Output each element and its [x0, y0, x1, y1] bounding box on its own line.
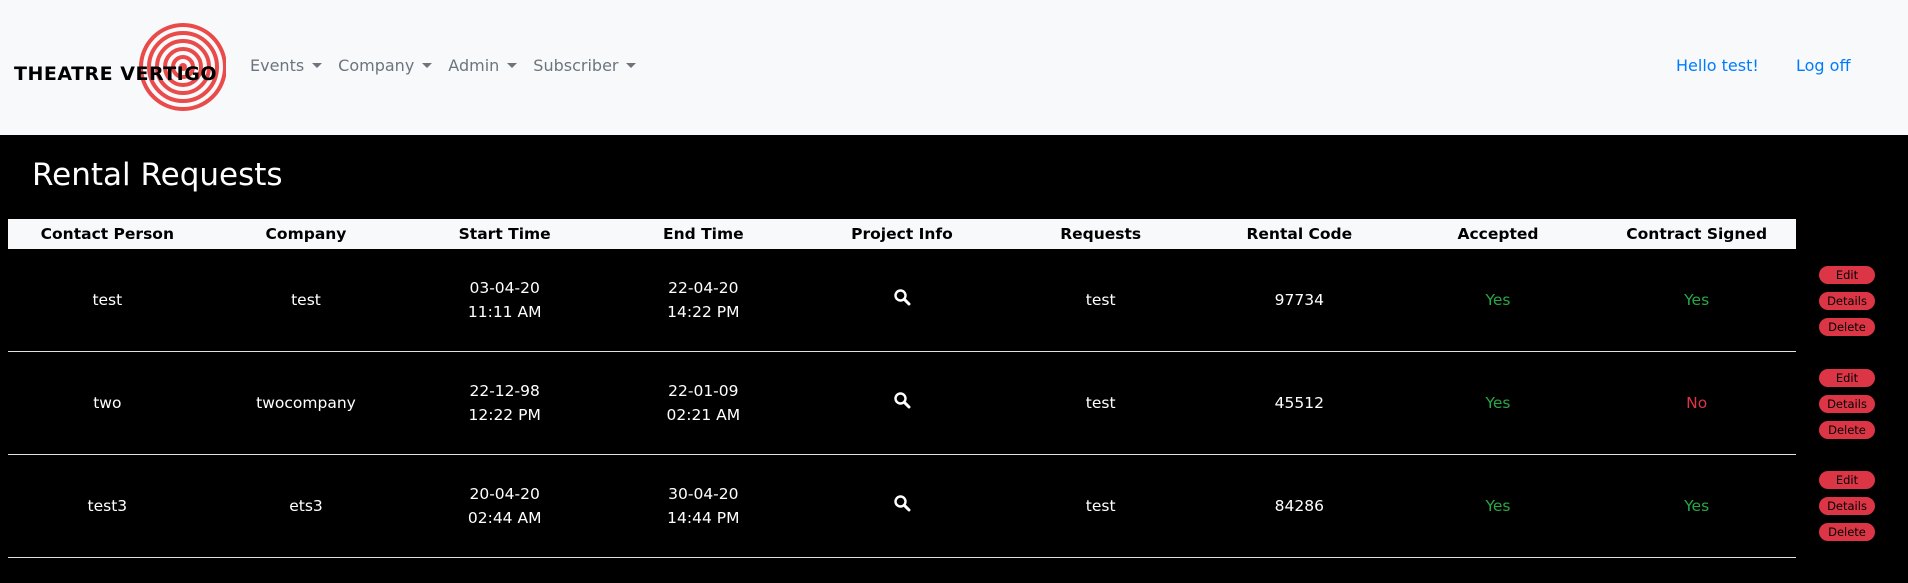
theatre-vertigo-logo: THEATRE VERTIGO [14, 23, 226, 111]
cell-end-time: 22-04-20 14:22 PM [604, 276, 803, 324]
cell-contact: two [93, 394, 122, 412]
cell-requests: test [1085, 394, 1116, 412]
table-row: test3 ets3 20-04-20 02:44 AM 30-04-20 14:4… [8, 455, 1796, 558]
cell-project-info [803, 391, 1002, 416]
cell-company: test [291, 291, 321, 309]
end-date: 30-04-20 [668, 485, 739, 503]
nav-subscriber-label: Subscriber [533, 56, 619, 75]
cell-contact: test3 [87, 497, 128, 515]
cell-start-time: 22-12-98 12:22 PM [405, 379, 604, 427]
header-accepted: Accepted [1457, 225, 1539, 243]
cell-contact: test [92, 291, 123, 309]
cell-requests: test [1085, 291, 1116, 309]
nav-admin-dropdown[interactable]: Admin [448, 56, 518, 75]
delete-button[interactable]: Delete [1819, 421, 1875, 439]
nav-events-label: Events [250, 56, 305, 75]
cell-start-time: 20-04-20 02:44 AM [405, 482, 604, 530]
nav-events-dropdown[interactable]: Events [250, 56, 323, 75]
header-project-info: Project Info [851, 225, 953, 243]
edit-button[interactable]: Edit [1819, 266, 1875, 284]
end-date: 22-04-20 [668, 279, 739, 297]
cell-contract-signed: Yes [1684, 291, 1710, 309]
caret-down-icon [312, 63, 323, 68]
header-rental-code: Rental Code [1246, 225, 1353, 243]
table-row: test test 03-04-20 11:11 AM 22-04-20 14:22… [8, 249, 1796, 352]
rental-requests-table: Contact Person Company Start Time End Ti… [8, 219, 1796, 558]
header-contact-person: Contact Person [40, 225, 174, 243]
cell-contract-signed: Yes [1684, 497, 1710, 515]
cell-accepted: Yes [1485, 394, 1511, 412]
caret-down-icon [422, 63, 433, 68]
cell-end-time: 22-01-09 02:21 AM [604, 379, 803, 427]
cell-rental-code: 45512 [1274, 394, 1324, 412]
row-actions: Edit Details Delete [1819, 266, 1875, 336]
brand-logo[interactable]: THEATRE VERTIGO [14, 22, 226, 112]
cell-company: twocompany [256, 394, 356, 412]
edit-button[interactable]: Edit [1819, 471, 1875, 489]
cell-accepted: Yes [1485, 497, 1511, 515]
end-clock: 14:44 PM [667, 509, 740, 527]
caret-down-icon [507, 63, 518, 68]
magnifier-icon[interactable] [893, 288, 911, 306]
header-contract-signed: Contract Signed [1626, 225, 1768, 243]
header-requests: Requests [1060, 225, 1142, 243]
hello-user-link[interactable]: Hello test! [1676, 56, 1759, 75]
cell-rental-code: 84286 [1274, 497, 1324, 515]
cell-requests: test [1085, 497, 1116, 515]
end-clock: 14:22 PM [667, 303, 740, 321]
nav-company-dropdown[interactable]: Company [338, 56, 433, 75]
details-button[interactable]: Details [1819, 497, 1875, 515]
cell-project-info [803, 288, 1002, 313]
caret-down-icon [626, 63, 637, 68]
end-date: 22-01-09 [668, 382, 739, 400]
row-actions: Edit Details Delete [1819, 471, 1875, 541]
details-button[interactable]: Details [1819, 395, 1875, 413]
nav-company-label: Company [338, 56, 415, 75]
cell-company: ets3 [289, 497, 323, 515]
cell-rental-code: 97734 [1274, 291, 1324, 309]
table-row: two twocompany 22-12-98 12:22 PM 22-01-09… [8, 352, 1796, 455]
delete-button[interactable]: Delete [1819, 523, 1875, 541]
magnifier-icon[interactable] [893, 391, 911, 409]
cell-contract-signed: No [1686, 394, 1708, 412]
start-clock: 12:22 PM [468, 406, 541, 424]
start-date: 03-04-20 [469, 279, 540, 297]
header-start-time: Start Time [458, 225, 551, 243]
nav-subscriber-dropdown[interactable]: Subscriber [533, 56, 637, 75]
edit-button[interactable]: Edit [1819, 369, 1875, 387]
cell-accepted: Yes [1485, 291, 1511, 309]
header-company: Company [265, 225, 347, 243]
logoff-link[interactable]: Log off [1796, 56, 1850, 75]
row-actions: Edit Details Delete [1819, 369, 1875, 439]
cell-end-time: 30-04-20 14:44 PM [604, 482, 803, 530]
page-title: Rental Requests [32, 157, 283, 193]
end-clock: 02:21 AM [666, 406, 741, 424]
details-button[interactable]: Details [1819, 292, 1875, 310]
start-date: 20-04-20 [469, 485, 540, 503]
header-end-time: End Time [662, 225, 744, 243]
cell-start-time: 03-04-20 11:11 AM [405, 276, 604, 324]
delete-button[interactable]: Delete [1819, 318, 1875, 336]
navbar: THEATRE VERTIGO Events Company Admin Sub… [0, 0, 1908, 135]
table-header: Contact Person Company Start Time End Ti… [8, 219, 1796, 249]
nav-admin-label: Admin [448, 56, 500, 75]
start-clock: 11:11 AM [467, 303, 542, 321]
brand-text: THEATRE VERTIGO [14, 63, 217, 85]
nav-menu: Events Company Admin Subscriber [250, 56, 652, 75]
cell-project-info [803, 494, 1002, 519]
start-clock: 02:44 AM [467, 509, 542, 527]
magnifier-icon[interactable] [893, 494, 911, 512]
start-date: 22-12-98 [469, 382, 540, 400]
